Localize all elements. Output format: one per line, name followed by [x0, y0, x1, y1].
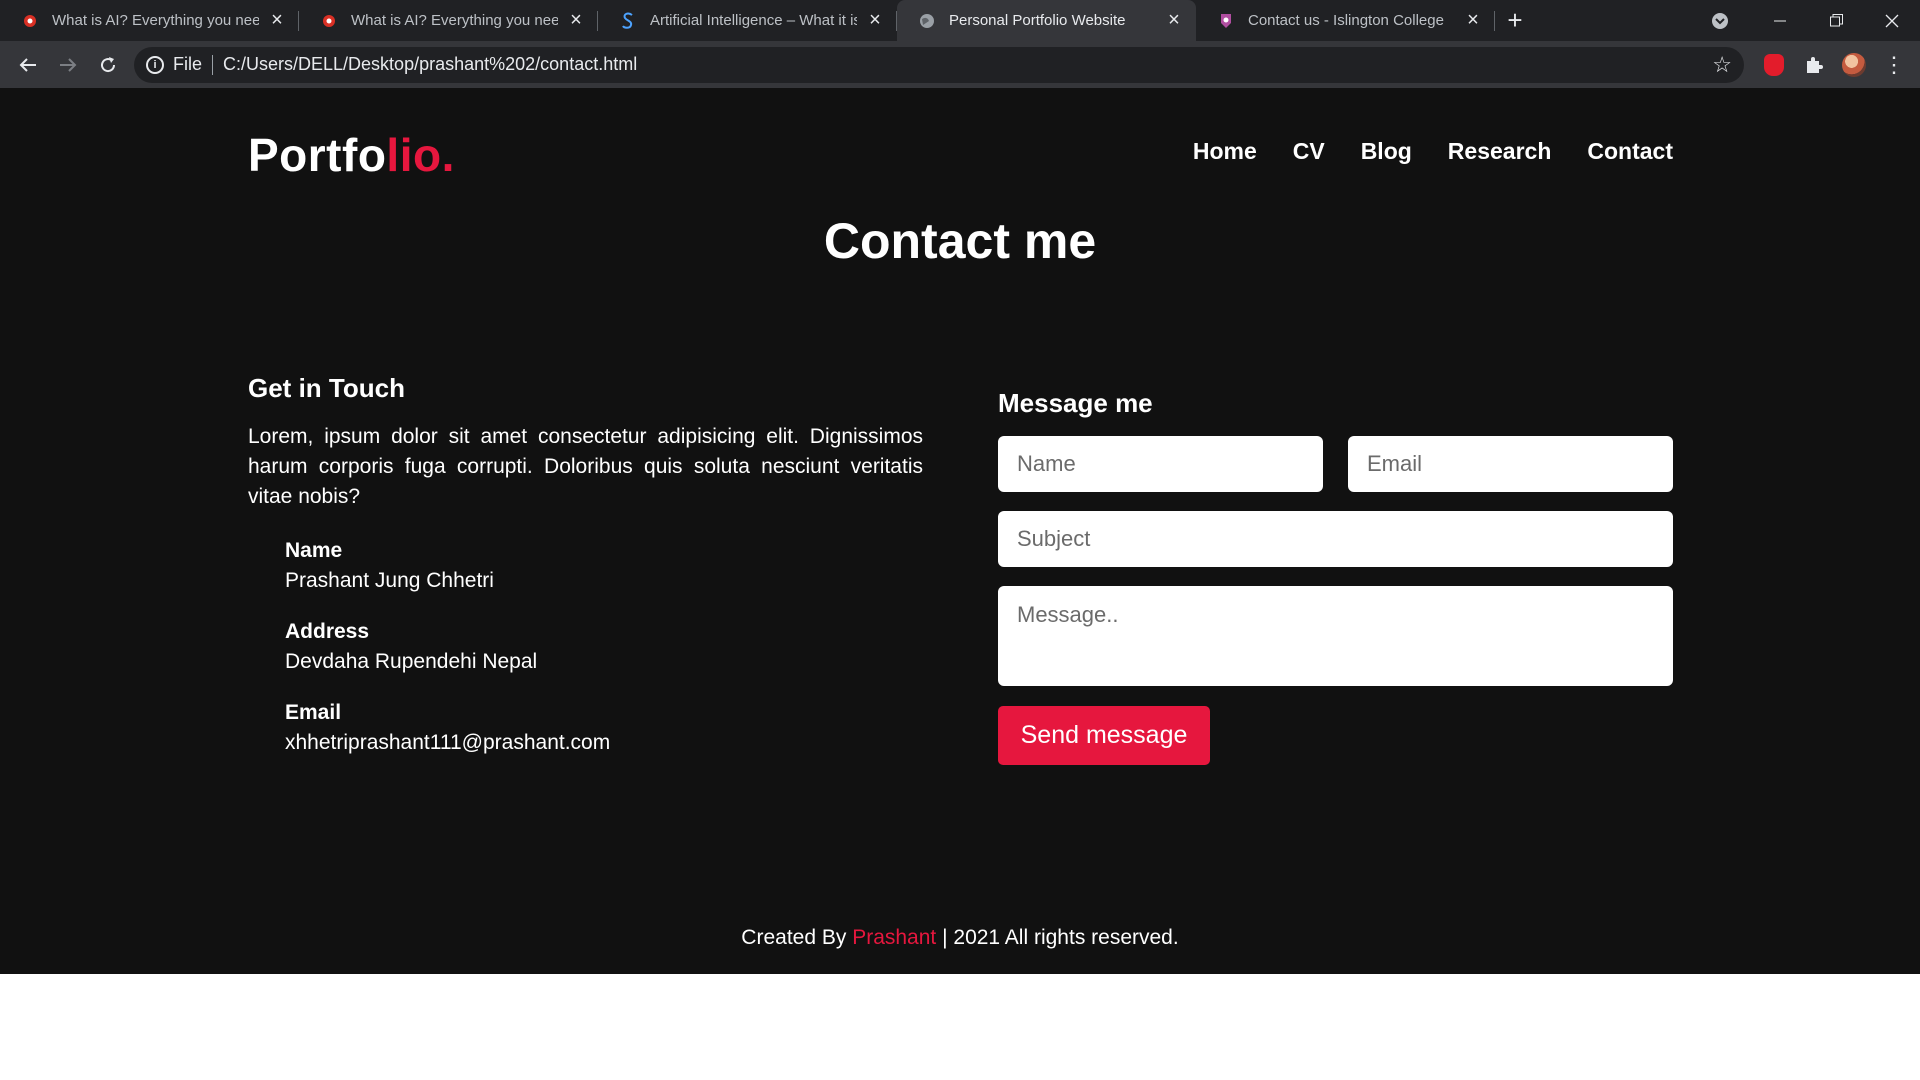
extensions-puzzle-icon[interactable]: [1794, 45, 1834, 85]
detail-value: xhhetriprashant111@prashant.com: [285, 731, 611, 754]
nav-research[interactable]: Research: [1448, 138, 1552, 165]
subject-input[interactable]: [998, 511, 1673, 567]
message-form-section: Message me Send message: [998, 388, 1673, 765]
college-favicon-icon: [1218, 13, 1234, 29]
contact-detail-name: Name Prashant Jung Chhetri: [285, 536, 923, 596]
browser-tab-active[interactable]: Personal Portfolio Website ×: [897, 0, 1196, 41]
send-message-button[interactable]: Send message: [998, 706, 1210, 765]
tab-title: Artificial Intelligence – What it is: [650, 12, 857, 29]
address-bar[interactable]: i File C:/Users/DELL/Desktop/prashant%20…: [134, 46, 1744, 83]
address-url[interactable]: C:/Users/DELL/Desktop/prashant%202/conta…: [223, 54, 1712, 75]
browser-tab[interactable]: Contact us - Islington College ×: [1196, 0, 1495, 41]
tab-search-icon[interactable]: [1700, 1, 1740, 41]
window-close-icon[interactable]: [1864, 1, 1920, 41]
detail-value: Prashant Jung Chhetri: [285, 569, 494, 592]
info-icon[interactable]: i: [146, 55, 164, 74]
browser-tab[interactable]: What is AI? Everything you need ×: [0, 0, 299, 41]
new-tab-plus-icon[interactable]: +: [1495, 0, 1535, 41]
message-form-heading: Message me: [998, 388, 1153, 418]
bookmark-star-icon[interactable]: ☆: [1712, 52, 1732, 78]
tab-title: What is AI? Everything you need: [52, 12, 259, 29]
browser-tab[interactable]: Artificial Intelligence – What it is ×: [598, 0, 897, 41]
contact-detail-email: Email xhhetriprashant111@prashant.com: [285, 698, 923, 758]
nav-cv[interactable]: CV: [1293, 138, 1325, 165]
minimize-icon[interactable]: [1752, 1, 1808, 41]
red-circle-favicon-icon: [22, 13, 38, 29]
contact-info-section: Get in Touch Lorem, ipsum dolor sit amet…: [248, 373, 923, 779]
menu-kebab-icon[interactable]: ⋮: [1874, 45, 1914, 85]
extension-hand-icon[interactable]: [1754, 45, 1794, 85]
tab-title: What is AI? Everything you need: [351, 12, 558, 29]
logo-accent-text: lio.: [386, 129, 455, 181]
site-logo[interactable]: Portfolio.: [248, 128, 455, 182]
contact-info-heading: Get in Touch: [248, 373, 405, 403]
detail-label: Address: [285, 620, 370, 643]
logo-main-text: Portfo: [248, 129, 387, 181]
site-nav: Home CV Blog Research Contact: [1193, 138, 1673, 165]
detail-label: Name: [285, 539, 343, 562]
detail-label: Email: [285, 701, 342, 724]
close-icon[interactable]: ×: [1164, 9, 1184, 31]
address-scheme-label: File: [173, 54, 203, 74]
s-logo-favicon-icon: [620, 12, 636, 29]
reload-icon[interactable]: [88, 45, 128, 85]
close-icon[interactable]: ×: [865, 9, 885, 31]
email-input[interactable]: [1348, 436, 1673, 492]
footer-prefix: Created By: [741, 926, 847, 949]
red-circle-favicon-icon: [321, 13, 337, 29]
portfolio-page: Portfolio. Home CV Blog Research Contact…: [0, 88, 1920, 974]
close-icon[interactable]: ×: [566, 9, 586, 31]
browser-tab-strip: What is AI? Everything you need × What i…: [0, 0, 1920, 41]
close-icon[interactable]: ×: [267, 9, 287, 31]
profile-avatar-icon[interactable]: [1834, 45, 1874, 85]
browser-toolbar: i File C:/Users/DELL/Desktop/prashant%20…: [0, 41, 1920, 88]
detail-value: Devdaha Rupendehi Nepal: [285, 650, 538, 673]
name-input[interactable]: [998, 436, 1323, 492]
restore-icon[interactable]: [1808, 1, 1864, 41]
close-icon[interactable]: ×: [1463, 9, 1483, 31]
back-arrow-icon[interactable]: [8, 45, 48, 85]
contact-intro-text: Lorem, ipsum dolor sit amet consectetur …: [248, 425, 923, 508]
browser-tab[interactable]: What is AI? Everything you need ×: [299, 0, 598, 41]
contact-detail-address: Address Devdaha Rupendehi Nepal: [285, 617, 923, 677]
tab-title: Personal Portfolio Website: [949, 12, 1126, 29]
site-footer: Created By Prashant | 2021 All rights re…: [0, 926, 1920, 950]
message-textarea[interactable]: [998, 586, 1673, 686]
nav-home[interactable]: Home: [1193, 138, 1257, 165]
nav-contact[interactable]: Contact: [1587, 138, 1673, 165]
footer-suffix: | 2021 All rights reserved.: [942, 926, 1179, 949]
nav-blog[interactable]: Blog: [1361, 138, 1412, 165]
globe-favicon-icon: [919, 13, 935, 29]
page-title: Contact me: [823, 213, 1097, 269]
tab-title: Contact us - Islington College: [1248, 12, 1444, 29]
footer-author-link[interactable]: Prashant: [852, 926, 936, 949]
forward-arrow-icon[interactable]: [48, 45, 88, 85]
contact-details-list: Name Prashant Jung Chhetri Address Devda…: [248, 536, 923, 758]
